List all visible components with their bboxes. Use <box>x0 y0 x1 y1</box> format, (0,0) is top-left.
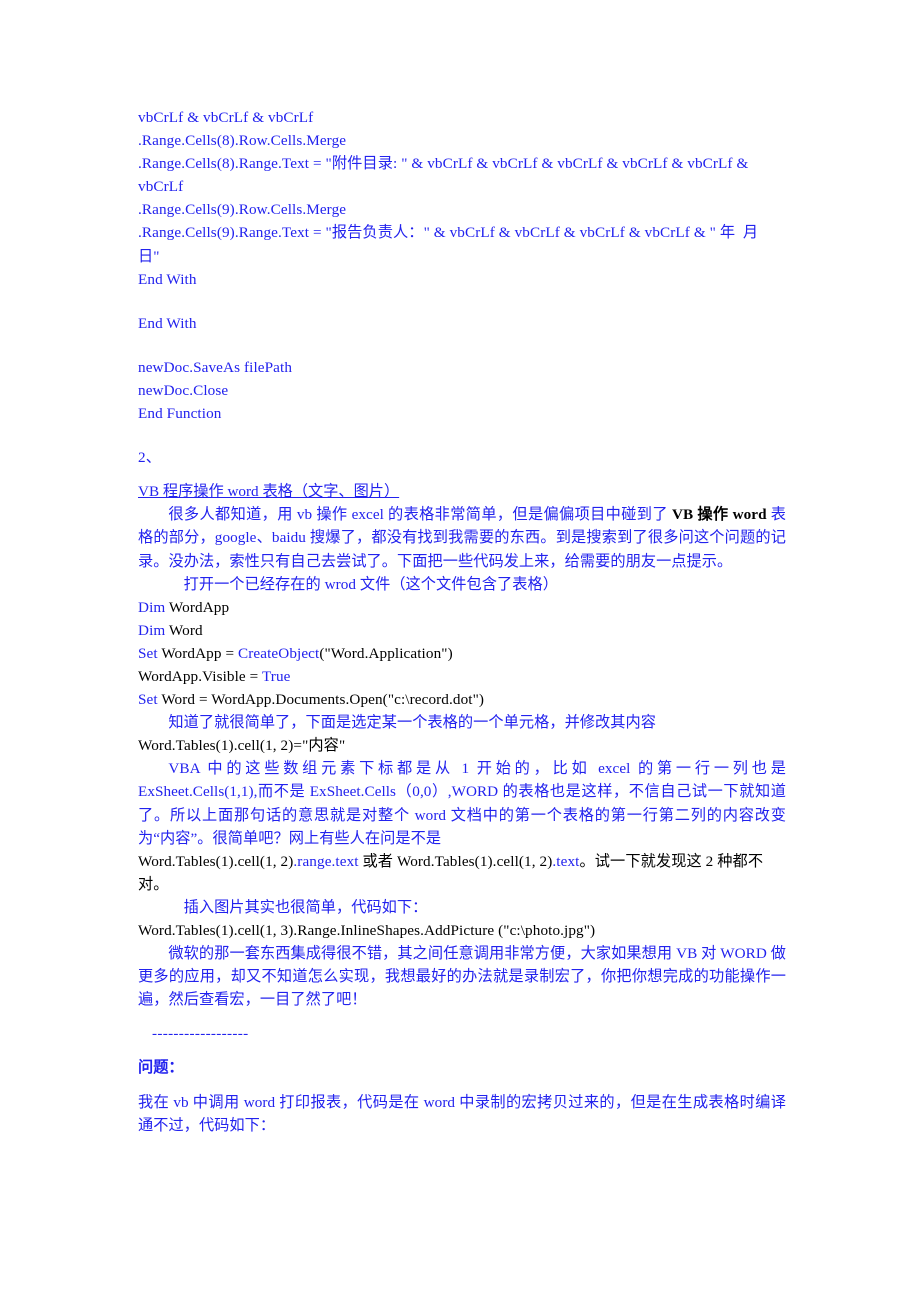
code-line-set-wordapp: Set WordApp = CreateObject("Word.Applica… <box>138 642 786 665</box>
code-keyword: True <box>261 667 291 685</box>
code-line: .Range.Cells(9).Row.Cells.Merge <box>138 201 347 219</box>
code-line: .Range.Cells(9).Range.Text = "报告负责人：" & … <box>138 224 767 265</box>
code-line: newDoc.SaveAs filePath <box>138 358 293 376</box>
code-line: .Range.Cells(8).Row.Cells.Merge <box>138 132 347 150</box>
code-line: newDoc.Close <box>138 381 229 399</box>
code-line: .Range.Cells(8).Range.Text = "附件目录: " & … <box>138 155 753 196</box>
paragraph-bold-part: VB 操作 word <box>672 506 767 524</box>
paragraph-microsoft: 微软的那一套东西集成得很不错，其之间任意调用非常方便，大家如果想用 VB 对 W… <box>138 945 786 1009</box>
code-line-dim-word: Dim Word <box>138 619 786 642</box>
code-line-dim-wordapp: Dim WordApp <box>138 596 786 619</box>
document-content: vbCrLf & vbCrLf & vbCrLf .Range.Cells(8)… <box>138 106 786 1137</box>
paragraph-question-body: 我在 vb 中调用 word 打印报表，代码是在 word 中录制的宏拷贝过来的… <box>138 1093 786 1134</box>
code-line-set-word: Set Word = WordApp.Documents.Open("c:\re… <box>138 688 786 711</box>
code-line: vbCrLf & vbCrLf & vbCrLf <box>138 109 314 126</box>
code-text: ("Word.Application") <box>319 644 453 662</box>
code-line-set-cell-text: Word.Tables(1).cell(1, 2)="内容" <box>138 737 346 755</box>
code-text: WordApp.Visible = <box>138 667 262 685</box>
code-text: Word.Tables(1).cell(1, 2) <box>396 852 553 870</box>
code-line: End With <box>138 270 197 288</box>
code-keyword: Set <box>138 691 158 709</box>
code-line-addpicture: Word.Tables(1).cell(1, 3).Range.InlineSh… <box>138 922 596 939</box>
code-text: Word.Tables(1).cell(1, 2) <box>138 852 294 870</box>
code-line: End Function <box>138 405 222 423</box>
separator-line: ------------------ <box>152 1025 249 1043</box>
section-number: 2、 <box>138 449 161 467</box>
paragraph-open-file: 打开一个已经存在的 wrod 文件（这个文件包含了表格） <box>183 575 558 593</box>
document-page: vbCrLf & vbCrLf & vbCrLf .Range.Cells(8)… <box>0 0 920 1302</box>
paragraph-intro: 很多人都知道，用 vb 操作 excel 的表格非常简单，但是偏偏项目中碰到了 … <box>138 503 786 572</box>
code-text: 或者 <box>358 852 397 870</box>
code-property: .text <box>552 852 580 870</box>
code-keyword: Dim <box>138 598 166 616</box>
code-text: Word <box>165 621 203 639</box>
code-keyword: Set <box>138 644 158 662</box>
paragraph-insert-image: 插入图片其实也很简单，代码如下： <box>183 898 428 916</box>
code-keyword: CreateObject <box>238 644 320 662</box>
code-line-visible: WordApp.Visible = True <box>138 665 786 688</box>
paragraph-select-cell: 知道了就很简单了，下面是选定某一个表格的一个单元格，并修改其内容 <box>168 714 656 732</box>
code-line-range-text: Word.Tables(1).cell(1, 2).range.text 或者 … <box>138 850 786 896</box>
code-text: Word = WordApp.Documents.Open("c:\record… <box>157 691 485 709</box>
question-heading: 问题： <box>138 1059 184 1077</box>
code-keyword: Dim <box>138 621 166 639</box>
paragraph-text-part: 很多人都知道，用 vb 操作 excel 的表格非常简单，但是偏偏项目中碰到了 <box>168 506 673 524</box>
code-text: WordApp <box>165 598 230 616</box>
section-heading: VB 程序操作 word 表格（文字、图片） <box>138 483 400 501</box>
paragraph-vba-index: VBA 中的这些数组元素下标都是从 1 开始的，比如 excel 的第一行一列也… <box>138 760 786 847</box>
code-property: .range.text <box>293 852 359 870</box>
code-line-end-with: End With <box>138 314 197 332</box>
code-text: WordApp = <box>157 644 239 662</box>
